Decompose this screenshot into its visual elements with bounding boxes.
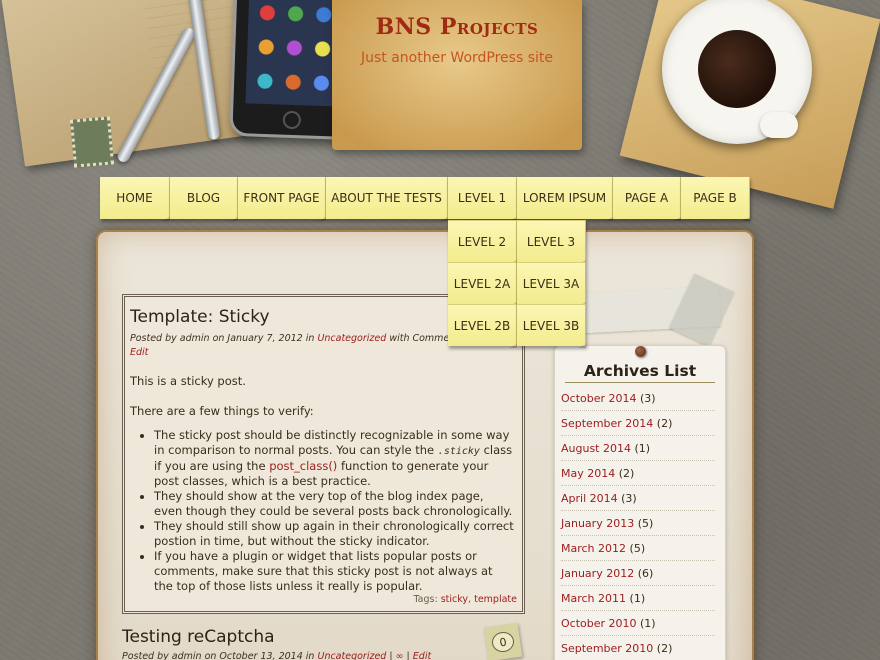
nav-item-home[interactable]: HOME <box>100 177 170 221</box>
permalink-icon[interactable]: ∞ <box>396 651 404 660</box>
archive-count: (2) <box>656 417 673 430</box>
submenu-level-2: LEVEL 2 LEVEL 2A LEVEL 2B <box>448 220 517 348</box>
post-paragraph: There are a few things to verify: <box>130 404 314 418</box>
tag-link-template[interactable]: template <box>474 594 517 605</box>
tag-separator: , <box>468 594 472 605</box>
list-item: They should still show up again in their… <box>154 519 514 549</box>
nav-item-blog[interactable]: BLOG <box>170 177 238 221</box>
nav-item-about-the-tests[interactable]: ABOUT THE TESTS <box>326 177 448 221</box>
archive-link[interactable]: October 2014 <box>561 392 637 405</box>
comment-count: 0 <box>490 630 516 654</box>
archive-item: April 2014 (3) <box>561 486 715 511</box>
archive-link[interactable]: August 2014 <box>561 442 631 455</box>
post-title[interactable]: Testing reCaptcha <box>122 627 275 647</box>
widget-title: Archives List <box>565 362 715 383</box>
tags-label: Tags: <box>413 594 438 605</box>
nav-item-level-2a[interactable]: LEVEL 2A <box>448 262 517 306</box>
post-edit-link[interactable]: Edit <box>130 347 148 358</box>
archive-count: (3) <box>640 392 656 405</box>
archive-count: (1) <box>629 592 646 605</box>
archive-item: March 2011 (1) <box>561 586 715 611</box>
archive-count: (1) <box>634 442 651 455</box>
archive-item: September 2010 (2) <box>561 636 715 660</box>
post-paragraph: This is a sticky post. <box>130 374 246 388</box>
archive-item: May 2014 (2) <box>561 461 715 486</box>
tag-link-sticky[interactable]: sticky <box>441 594 468 605</box>
archive-link[interactable]: March 2012 <box>561 542 626 555</box>
archive-link[interactable]: January 2012 <box>561 567 634 580</box>
archive-count: (5) <box>629 542 646 555</box>
archive-count: (5) <box>637 517 654 530</box>
archives-list: October 2014 (3) September 2014 (2) Augu… <box>561 386 715 660</box>
archive-link[interactable]: January 2013 <box>561 517 634 530</box>
nav-item-page-a[interactable]: PAGE A <box>613 177 681 221</box>
meta-separator: | <box>389 651 393 660</box>
archive-link[interactable]: September 2014 <box>561 417 653 430</box>
archives-widget: Archives List October 2014 (3) September… <box>554 345 726 660</box>
archive-link[interactable]: April 2014 <box>561 492 618 505</box>
meta-separator: | <box>406 651 410 660</box>
archive-count: (1) <box>640 617 656 630</box>
archive-item: August 2014 (1) <box>561 436 715 461</box>
submenu-level-3: LEVEL 3 LEVEL 3A LEVEL 3B <box>517 220 586 348</box>
archive-count: (6) <box>637 567 654 580</box>
archive-item: January 2013 (5) <box>561 511 715 536</box>
nav-item-level-3b[interactable]: LEVEL 3B <box>517 304 586 348</box>
list-item: The sticky post should be distinctly rec… <box>154 428 514 489</box>
nav-item-level-2[interactable]: LEVEL 2 <box>448 220 517 264</box>
post-edit-link[interactable]: Edit <box>413 651 431 660</box>
post-meta-text: Posted by admin on October 13, 2014 in <box>122 651 315 660</box>
archive-item: October 2010 (1) <box>561 611 715 636</box>
nav-item-level-1[interactable]: LEVEL 1 <box>448 177 517 221</box>
nav-item-level-3[interactable]: LEVEL 3 <box>517 220 586 264</box>
post-title[interactable]: Template: Sticky <box>130 307 270 327</box>
archive-item: March 2012 (5) <box>561 536 715 561</box>
archive-link[interactable]: March 2011 <box>561 592 626 605</box>
nav-item-level-2b[interactable]: LEVEL 2B <box>448 304 517 348</box>
post-bullet-list: The sticky post should be distinctly rec… <box>130 428 514 594</box>
archive-link[interactable]: May 2014 <box>561 467 615 480</box>
post-content: This is a sticky post. There are a few t… <box>130 374 514 594</box>
post-meta-text: Posted by admin on January 7, 2012 in <box>130 333 315 344</box>
nav-item-lorem-ipsum[interactable]: LOREM IPSUM <box>517 177 613 221</box>
archive-count: (2) <box>656 642 673 655</box>
pushpin-icon <box>635 346 646 357</box>
code-snippet: .sticky <box>437 446 480 457</box>
site-tagline: Just another WordPress site <box>360 50 553 66</box>
nav-item-front-page[interactable]: FRONT PAGE <box>238 177 326 221</box>
post-tags: Tags: sticky, template <box>413 594 517 605</box>
archive-item: September 2014 (2) <box>561 411 715 436</box>
coffee-cup-image <box>662 0 812 144</box>
archive-link[interactable]: September 2010 <box>561 642 653 655</box>
post-category-link[interactable]: Uncategorized <box>317 333 386 344</box>
nav-item-level-3a[interactable]: LEVEL 3A <box>517 262 586 306</box>
nav-item-page-b[interactable]: PAGE B <box>681 177 750 221</box>
post-meta: Posted by admin on October 13, 2014 in U… <box>122 651 431 660</box>
archive-item: October 2014 (3) <box>561 386 715 411</box>
postage-stamp-image <box>69 116 115 168</box>
main-navigation: HOME BLOG FRONT PAGE ABOUT THE TESTS LEV… <box>100 177 750 221</box>
post-class-link[interactable]: post_class() <box>269 459 337 473</box>
archive-count: (2) <box>618 467 635 480</box>
archive-count: (3) <box>621 492 637 505</box>
site-title[interactable]: BNS Projects <box>332 14 582 40</box>
list-item: If you have a plugin or widget that list… <box>154 549 514 594</box>
list-item: They should show at the very top of the … <box>154 489 514 519</box>
comment-count-badge[interactable]: 0 <box>483 622 523 660</box>
archive-item: January 2012 (6) <box>561 561 715 586</box>
post-category-link[interactable]: Uncategorized <box>317 651 386 660</box>
archive-link[interactable]: October 2010 <box>561 617 637 630</box>
